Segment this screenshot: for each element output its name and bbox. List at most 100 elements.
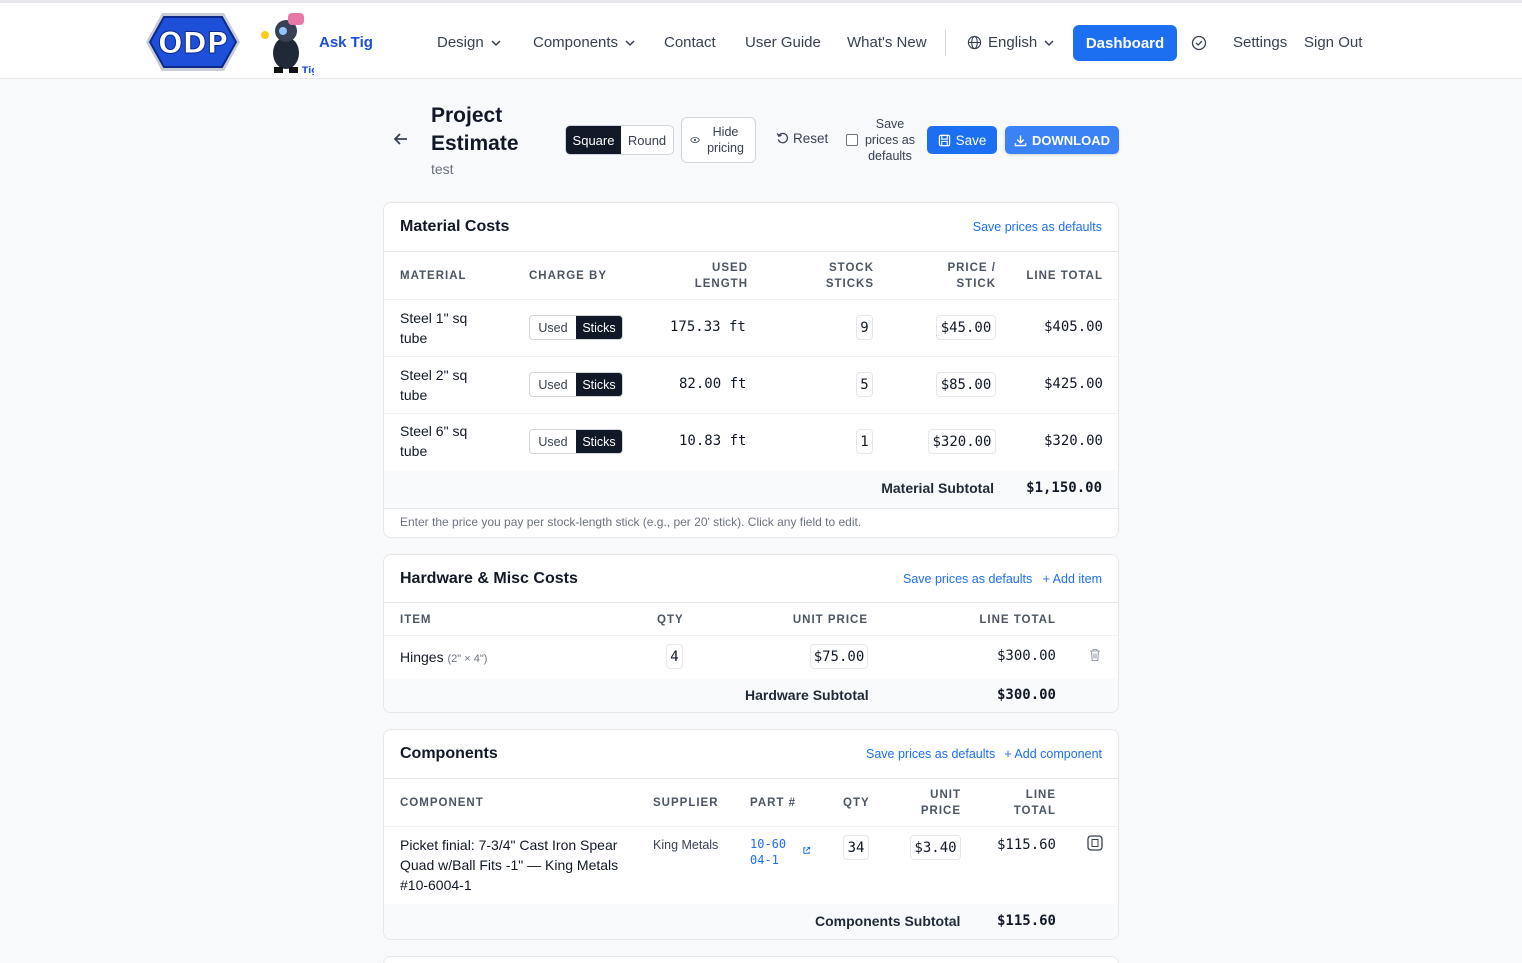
charge-sticks-option[interactable]: Sticks — [576, 430, 622, 453]
material-save-defaults-link[interactable]: Save prices as defaults — [973, 220, 1102, 234]
divider — [384, 413, 1118, 414]
components-card: Components Save prices as defaults + Add… — [383, 729, 1119, 940]
divider — [384, 356, 1118, 357]
language-selector[interactable]: English — [967, 34, 1055, 51]
line-total: $320.00 — [1043, 433, 1103, 449]
stock-sticks-input[interactable]: 1 — [856, 429, 873, 454]
trash-icon[interactable] — [1087, 835, 1103, 851]
tig-mascot-icon[interactable]: Tig — [258, 9, 314, 75]
material-card-header: Material Costs Save prices as defaults — [384, 203, 1118, 252]
nav-contact[interactable]: Contact — [664, 34, 716, 51]
save-button[interactable]: Save — [927, 126, 997, 154]
save-defaults-label: Save prices as defaults — [864, 117, 916, 163]
line-total: $425.00 — [1043, 376, 1103, 392]
shape-square-option[interactable]: Square — [566, 126, 621, 154]
stock-sticks-input[interactable]: 9 — [856, 315, 873, 340]
save-label: Save — [955, 132, 987, 148]
used-length: 82.00 ft — [679, 376, 747, 392]
th-line-total: LINE TOTAL — [979, 614, 1056, 626]
eye-icon — [689, 137, 700, 143]
nav-whats-new[interactable]: What's New — [847, 34, 927, 51]
material-name: Steel 2" sq tube — [400, 367, 468, 403]
add-item-button[interactable]: + Add item — [1043, 572, 1102, 586]
line-total: $405.00 — [1043, 319, 1103, 335]
nav-components[interactable]: Components — [533, 34, 636, 51]
price-per-stick-input[interactable]: $45.00 — [936, 315, 996, 340]
hardware-subtotal-label: Hardware Subtotal — [745, 687, 869, 703]
components-subtotal-label: Components Subtotal — [815, 913, 961, 929]
th-unit-price: UNIT PRICE — [792, 614, 868, 626]
chevron-down-icon — [1044, 39, 1054, 46]
back-arrow-icon[interactable] — [392, 130, 410, 148]
divider — [384, 826, 1118, 827]
check-circle-icon[interactable] — [1191, 35, 1207, 51]
reset-icon — [776, 132, 789, 144]
charge-used-option[interactable]: Used — [530, 373, 576, 396]
th-qty: QTY — [657, 614, 684, 626]
project-name: test — [431, 161, 454, 177]
hardware-item-label: Hinges — [400, 649, 444, 665]
hardware-card-title: Hardware & Misc Costs — [400, 570, 578, 587]
language-label: English — [988, 34, 1038, 51]
material-subtotal-value: $1,150.00 — [1026, 480, 1102, 496]
nav-user-guide[interactable]: User Guide — [745, 34, 821, 51]
th-line-total: LINE TOTAL — [1013, 789, 1056, 817]
th-price-stick: PRICE / STICK — [947, 262, 996, 290]
part-number-link[interactable]: 10-6004-1 — [750, 836, 792, 868]
reset-button[interactable]: Reset — [776, 131, 828, 146]
components-save-defaults-link[interactable]: Save prices as defaults — [866, 747, 995, 761]
price-per-stick-input[interactable]: $85.00 — [936, 372, 996, 397]
divider — [384, 508, 1118, 509]
external-link-icon[interactable] — [802, 846, 811, 855]
material-name: Steel 6" sq tube — [400, 423, 468, 459]
dashboard-button[interactable]: Dashboard — [1073, 25, 1177, 61]
trash-icon[interactable] — [1089, 648, 1101, 662]
stock-sticks-input[interactable]: 5 — [856, 372, 873, 397]
unit-price-input[interactable]: $3.40 — [910, 835, 961, 860]
globe-icon — [967, 35, 982, 50]
hide-pricing-button[interactable]: Hide pricing — [681, 117, 756, 163]
nav-design[interactable]: Design — [437, 34, 502, 51]
odp-logo[interactable]: ODP — [144, 11, 242, 73]
next-card — [383, 956, 1119, 963]
download-button[interactable]: DOWNLOAD — [1005, 126, 1119, 154]
chevron-down-icon — [625, 39, 635, 46]
hardware-save-defaults-link[interactable]: Save prices as defaults — [903, 572, 1032, 586]
component-name: Picket finial: 7-3/4" Cast Iron Spear Qu… — [400, 837, 619, 893]
th-stock-sticks: STOCK STICKS — [825, 262, 874, 290]
shape-toggle: Square Round — [565, 125, 674, 155]
th-material: MATERIAL — [400, 270, 467, 282]
chevron-down-icon — [491, 39, 501, 46]
nav-components-label: Components — [533, 34, 619, 51]
th-part: PART # — [750, 797, 797, 809]
components-subtotal-value: $115.60 — [996, 913, 1056, 929]
charge-used-option[interactable]: Used — [530, 316, 576, 339]
charge-sticks-option[interactable]: Sticks — [576, 316, 622, 339]
nav-sign-out[interactable]: Sign Out — [1304, 34, 1362, 51]
th-line-total: LINE TOTAL — [1026, 270, 1103, 282]
ask-tig-link[interactable]: Ask Tig — [319, 34, 373, 51]
shape-round-option[interactable]: Round — [621, 126, 673, 154]
qty-input[interactable]: 34 — [843, 835, 869, 860]
hardware-item-name: Hinges (2" × 4") — [400, 647, 487, 669]
page-title: Project Estimate — [431, 104, 519, 155]
material-name: Steel 1" sq tube — [400, 310, 468, 346]
download-label: DOWNLOAD — [1032, 132, 1110, 148]
charge-used-option[interactable]: Used — [530, 430, 576, 453]
material-subtotal-label: Material Subtotal — [881, 480, 994, 496]
line-total: $115.60 — [996, 837, 1056, 853]
nav-settings[interactable]: Settings — [1233, 34, 1287, 51]
save-defaults-checkbox[interactable] — [846, 134, 858, 146]
price-per-stick-input[interactable]: $320.00 — [928, 429, 996, 454]
charge-sticks-option[interactable]: Sticks — [576, 373, 622, 396]
download-icon — [1014, 134, 1027, 146]
th-unit-price: UNIT PRICE — [920, 789, 961, 817]
th-item: ITEM — [400, 614, 432, 626]
svg-text:Tig: Tig — [302, 66, 314, 75]
unit-price-input[interactable]: $75.00 — [810, 644, 868, 669]
nav-design-label: Design — [437, 34, 484, 51]
add-component-button[interactable]: + Add component — [1004, 747, 1102, 761]
charge-by-toggle: Used Sticks — [529, 315, 623, 340]
component-supplier: King Metals — [653, 838, 719, 852]
qty-input[interactable]: 4 — [666, 644, 683, 669]
